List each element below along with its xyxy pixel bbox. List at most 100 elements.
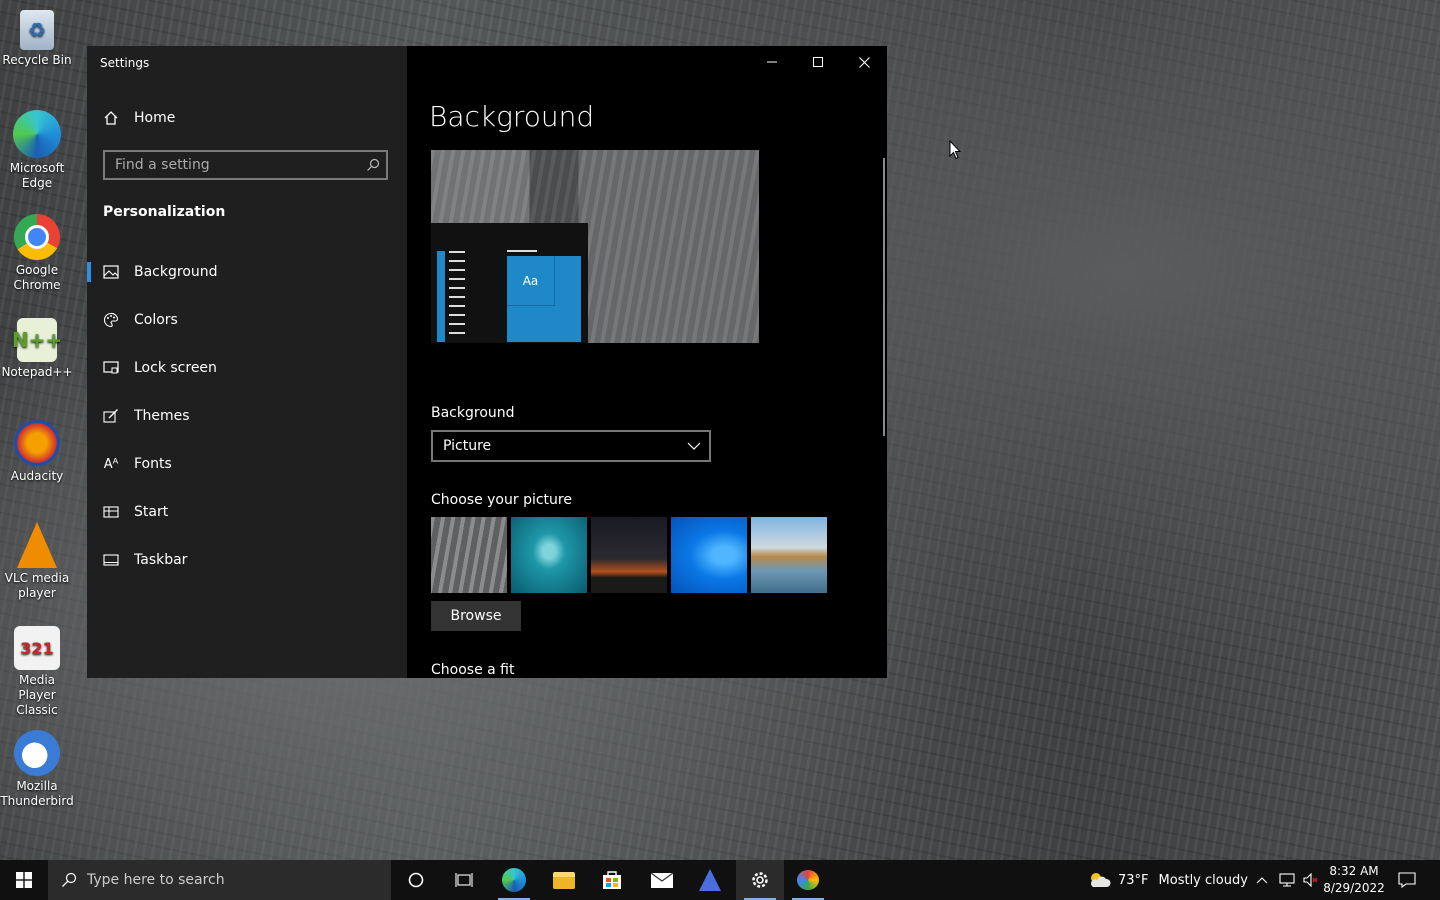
desktop-icon-audacity[interactable]: Audacity <box>0 420 74 484</box>
nav-item-colors[interactable]: Colors <box>87 296 407 344</box>
background-dropdown-value: Picture <box>443 438 492 454</box>
nav-item-start[interactable]: Start <box>87 488 407 536</box>
font-icon: Aᴬ <box>103 456 119 472</box>
brush-icon <box>103 408 119 424</box>
search-placeholder: Find a setting <box>115 157 210 173</box>
desktop-icon-vlc[interactable]: VLC media player <box>0 522 74 601</box>
taskbar-icon <box>103 552 119 568</box>
audacity-icon <box>14 420 60 466</box>
choose-fit-label: Choose a fit <box>431 662 515 678</box>
nav-item-lock-screen[interactable]: Lock screen <box>87 344 407 392</box>
nav-item-label: Fonts <box>134 456 172 472</box>
content-scrollbar[interactable] <box>883 158 885 436</box>
preview-tile-text: Aa <box>507 256 555 306</box>
page-title: Background <box>429 100 595 133</box>
clock-date: 8/29/2022 <box>1323 881 1385 895</box>
chevron-up-icon <box>1256 877 1268 884</box>
lock-screen-icon <box>103 360 119 376</box>
volume-button[interactable] <box>1303 860 1319 900</box>
desktop-icon-thunderbird[interactable]: Mozilla Thunderbird <box>0 730 74 809</box>
nav-item-label: Taskbar <box>134 552 188 568</box>
settings-sidebar: Settings Home Find a setting Personaliza… <box>87 46 407 678</box>
search-icon <box>62 872 77 887</box>
taskbar: Type here to search 73°F Mostly cloudy 8… <box>0 860 1440 900</box>
gear-icon <box>752 872 768 888</box>
taskbar-clock[interactable]: 8:32 AM 8/29/2022 <box>1322 863 1386 897</box>
taskbar-app-blue[interactable] <box>686 860 734 900</box>
network-icon <box>1279 873 1295 887</box>
picture-thumbnails <box>431 517 827 593</box>
edge-icon <box>13 110 61 158</box>
edge-icon <box>502 868 526 892</box>
mouse-cursor-icon <box>949 140 961 160</box>
nav-item-label: Lock screen <box>134 360 217 376</box>
desktop-icon-chrome[interactable]: Google Chrome <box>0 214 74 293</box>
home-nav-item[interactable]: Home <box>103 110 175 126</box>
personalization-nav: Background Colors Lock screen Themes Aᴬ … <box>87 248 407 584</box>
cloudy-weather-icon <box>1090 873 1111 887</box>
nav-item-background[interactable]: Background <box>87 248 407 296</box>
desktop-icon-media-player-classic[interactable]: 321 Media Player Classic <box>0 626 74 718</box>
notepad-plus-plus-icon: N++ <box>12 318 62 362</box>
windows-logo-icon <box>16 872 32 888</box>
nav-item-label: Themes <box>134 408 190 424</box>
nav-item-label: Background <box>134 264 218 280</box>
settings-window: Settings Home Find a setting Personaliza… <box>87 46 887 678</box>
weather-description: Mostly cloudy <box>1158 872 1248 888</box>
search-icon <box>367 158 380 171</box>
desktop-icon-recycle-bin[interactable]: ♻ Recycle Bin <box>0 10 74 68</box>
thunderbird-icon <box>14 730 60 776</box>
browse-button[interactable]: Browse <box>431 601 521 631</box>
taskbar-edge[interactable] <box>490 860 538 900</box>
picture-thumbnail-beach[interactable] <box>751 517 827 593</box>
background-dropdown[interactable]: Picture <box>431 430 711 462</box>
taskbar-search-box[interactable]: Type here to search <box>48 860 391 900</box>
taskbar-settings[interactable] <box>736 860 784 900</box>
nav-item-themes[interactable]: Themes <box>87 392 407 440</box>
find-setting-input[interactable]: Find a setting <box>103 150 388 180</box>
choose-picture-label: Choose your picture <box>431 492 572 508</box>
mail-icon <box>650 872 674 888</box>
window-title: Settings <box>100 56 150 70</box>
notification-icon <box>1398 872 1416 888</box>
picture-icon <box>103 264 119 280</box>
preview-tiles: Aa <box>507 256 581 342</box>
show-hidden-icons-button[interactable] <box>1256 860 1268 900</box>
nav-item-label: Start <box>134 504 169 520</box>
taskbar-file-explorer[interactable] <box>540 860 588 900</box>
task-view-button[interactable] <box>440 860 488 900</box>
background-label: Background <box>431 405 515 421</box>
nav-item-label: Colors <box>134 312 178 328</box>
taskbar-paint[interactable] <box>784 860 832 900</box>
recycle-bin-icon: ♻ <box>20 10 54 50</box>
clock-time: 8:32 AM <box>1329 864 1379 878</box>
desktop-icon-edge[interactable]: Microsoft Edge <box>0 110 74 191</box>
task-view-icon <box>455 873 473 887</box>
picture-thumbnail-rock[interactable] <box>431 517 507 593</box>
picture-thumbnail-underwater[interactable] <box>511 517 587 593</box>
action-center-button[interactable] <box>1398 860 1416 900</box>
home-label: Home <box>134 110 176 126</box>
paint-icon <box>797 870 819 890</box>
app-shape-icon <box>699 869 721 891</box>
nav-item-fonts[interactable]: Aᴬ Fonts <box>87 440 407 488</box>
nav-item-taskbar[interactable]: Taskbar <box>87 536 407 584</box>
network-button[interactable] <box>1279 860 1295 900</box>
vlc-icon <box>17 522 57 568</box>
weather-widget[interactable]: 73°F Mostly cloudy <box>1087 860 1248 900</box>
chevron-down-icon <box>687 442 701 450</box>
cortana-button[interactable] <box>392 860 440 900</box>
palette-icon <box>103 312 119 328</box>
cortana-icon <box>408 872 424 888</box>
desktop-icon-notepad-plus-plus[interactable]: N++ Notepad++ <box>0 318 74 380</box>
start-icon <box>103 504 119 520</box>
store-icon <box>603 871 621 889</box>
chrome-icon <box>14 214 60 260</box>
taskbar-store[interactable] <box>588 860 636 900</box>
taskbar-mail[interactable] <box>638 860 686 900</box>
settings-content: Background Aa Background Picture Choose … <box>407 46 887 678</box>
preview-start-menu: Aa <box>431 223 588 343</box>
start-button[interactable] <box>0 860 48 900</box>
picture-thumbnail-night-sky[interactable] <box>591 517 667 593</box>
picture-thumbnail-windows[interactable] <box>671 517 747 593</box>
